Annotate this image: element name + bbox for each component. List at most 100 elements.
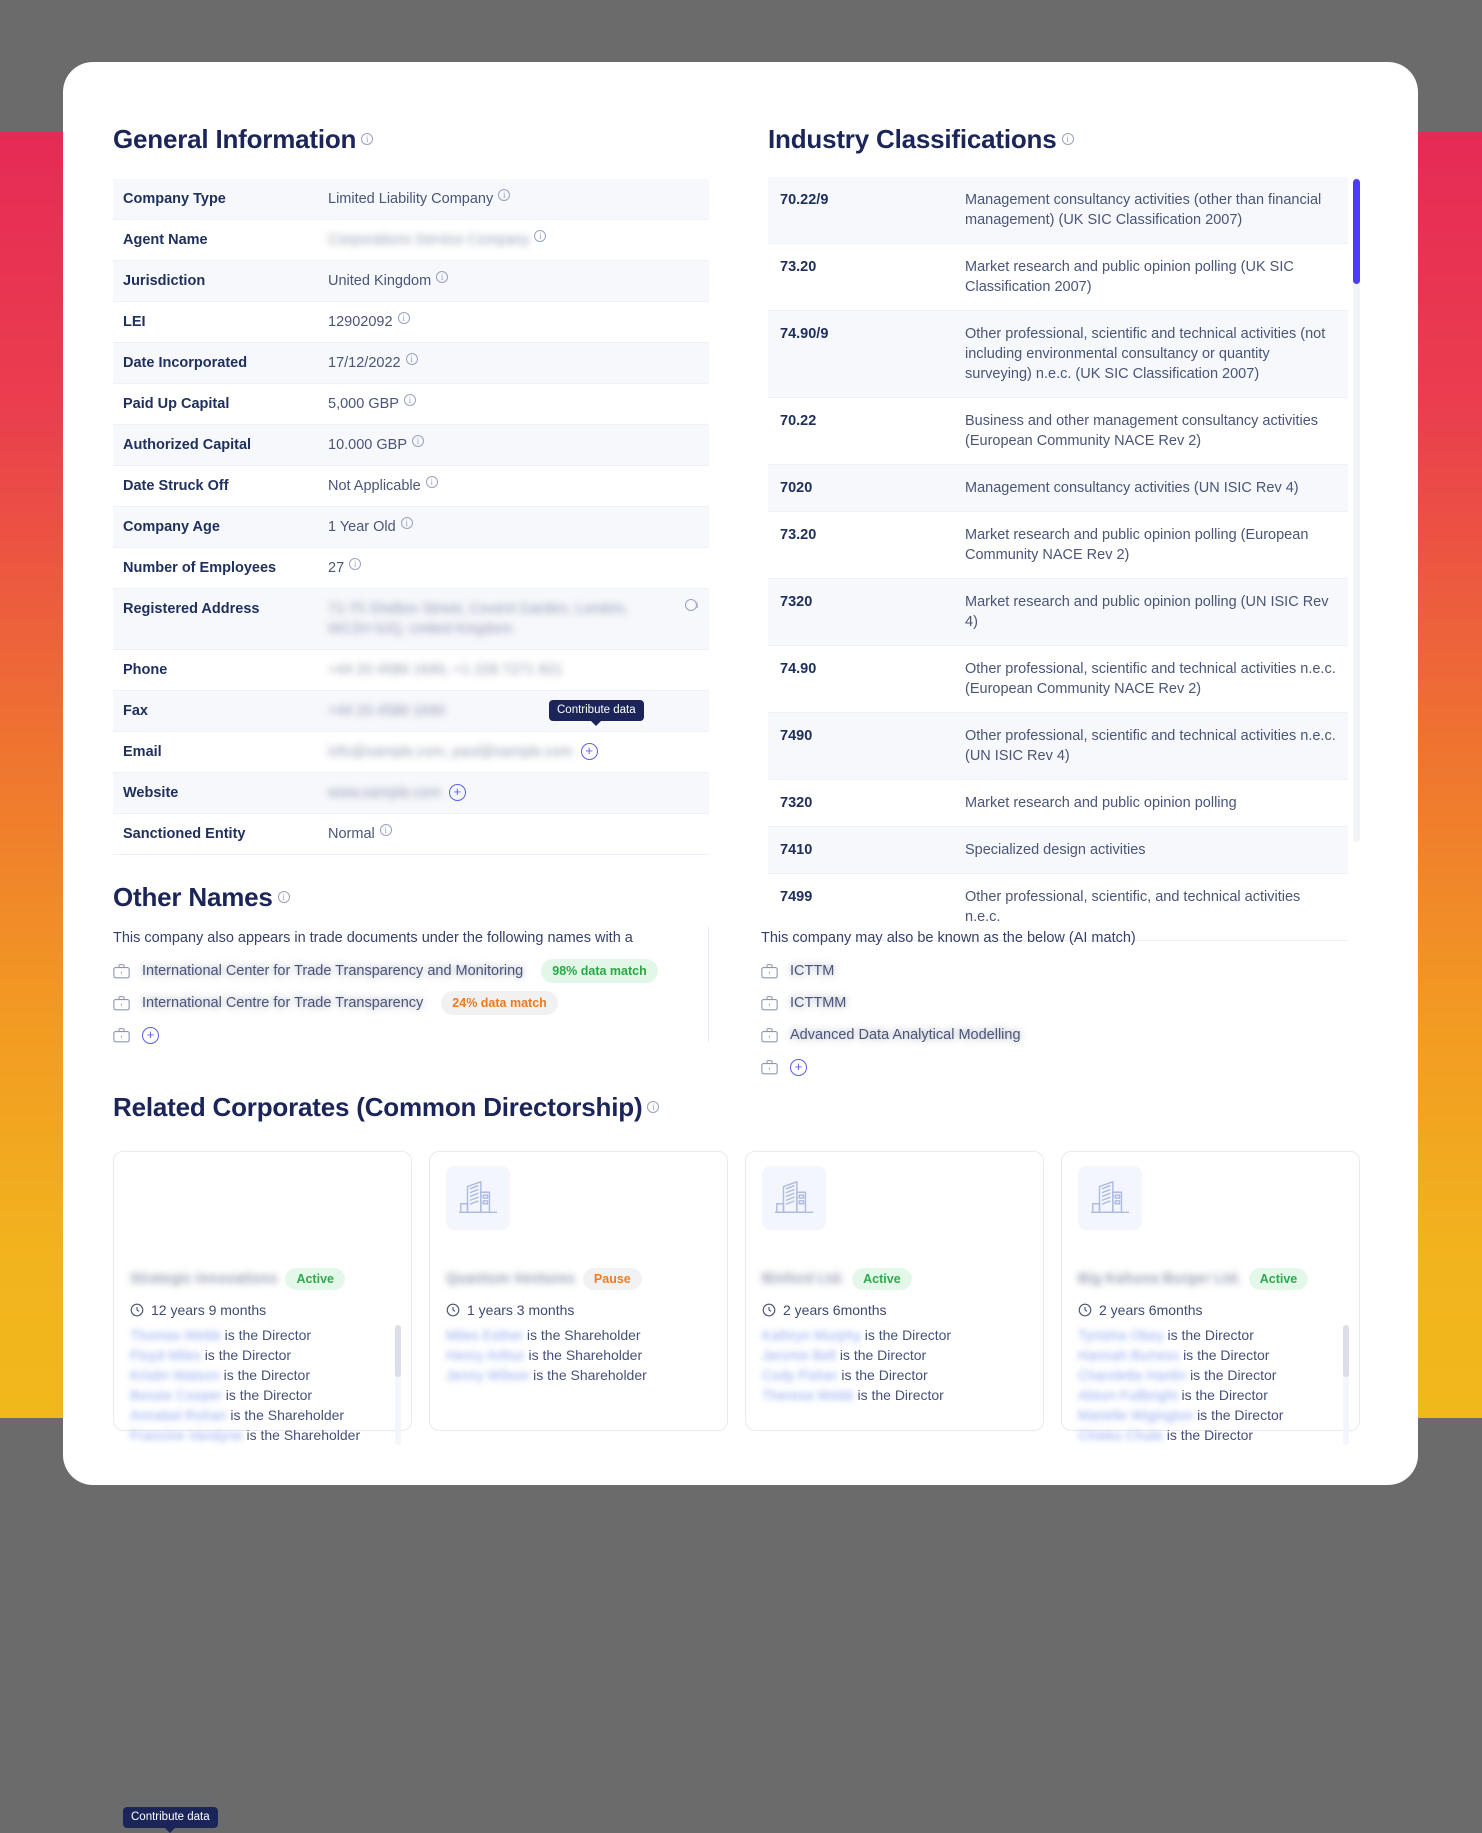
- relationship-duration: 2 years 6months: [1078, 1302, 1343, 1318]
- person-role: is the Shareholder: [528, 1347, 643, 1363]
- company-profile-card: General Information Company Type Limited …: [63, 62, 1418, 1833]
- industry-code: 7490: [780, 728, 813, 744]
- contribute-data-button[interactable]: [142, 1027, 159, 1044]
- related-corporate-card[interactable]: Binford Ltd. Active 2 years 6months Kathryn…: [745, 1151, 1044, 1431]
- general-info-row: Authorized Capital 10.000 GBP: [113, 425, 709, 466]
- contribute-data-button[interactable]: [448, 784, 466, 801]
- industry-code: 74.90: [780, 661, 817, 677]
- industry-description: Other professional, scientific and techn…: [965, 661, 1336, 697]
- info-icon[interactable]: [361, 132, 374, 145]
- briefcase-icon: [113, 1027, 130, 1043]
- person-role-row: Cody Fisher is the Director: [762, 1365, 1027, 1385]
- person-role: is the Director: [864, 1327, 952, 1343]
- industry-code: 7320: [780, 795, 813, 811]
- general-info-value-cell: 71-75 Shelton Street, Covent Garden, Lon…: [328, 599, 697, 639]
- ai-match-name-label: ICTTM: [790, 963, 835, 979]
- info-icon[interactable]: [534, 230, 547, 242]
- general-info-value-cell: 17/12/2022: [328, 353, 697, 373]
- industry-classification-row: 7410 Specialized design activities: [768, 827, 1348, 874]
- general-info-value: 71-75 Shelton Street, Covent Garden, Lon…: [328, 601, 628, 637]
- industry-description: Market research and public opinion polli…: [965, 594, 1329, 630]
- info-icon[interactable]: [400, 517, 413, 529]
- general-info-row: Registered Address 71-75 Shelton Street, …: [113, 589, 709, 650]
- info-icon[interactable]: [379, 824, 392, 836]
- info-icon[interactable]: [349, 558, 362, 570]
- person-role: is the Director: [841, 1367, 928, 1383]
- info-icon[interactable]: [425, 476, 438, 488]
- other-name-item: International Centre for Trade Transpare…: [113, 987, 708, 1019]
- general-info-row: Agent Name Corporations Service Company: [113, 220, 709, 261]
- general-info-value-cell: Not Applicable: [328, 476, 697, 496]
- company-building-icon: [1078, 1166, 1142, 1230]
- industry-classification-row: 7020 Management consultancy activities (U…: [768, 465, 1348, 512]
- other-name-label: International Center for Trade Transpare…: [142, 963, 524, 979]
- info-icon[interactable]: [405, 353, 418, 365]
- person-name: Tynisha Obey: [1078, 1327, 1164, 1343]
- related-corporate-card[interactable]: Strategic Innovations Active 12 years 9 mo…: [113, 1151, 412, 1445]
- ai-match-name-item: ICTTM: [761, 955, 1373, 987]
- info-icon[interactable]: [436, 271, 449, 283]
- briefcase-icon: [761, 995, 778, 1011]
- person-role-row: Annabel Rohan is the Shareholder: [130, 1405, 395, 1425]
- info-icon[interactable]: [397, 312, 410, 324]
- person-role-row: Francine Vandyne is the Shareholder: [130, 1425, 395, 1445]
- person-role: is the Director: [1166, 1427, 1254, 1443]
- related-corporate-people-list: Kathryn Murphy is the Director Jerome Bel…: [762, 1325, 1027, 1405]
- info-icon[interactable]: [647, 1100, 660, 1113]
- person-role-row: Hannah Burress is the Director: [1078, 1345, 1343, 1365]
- status-badge: Active: [852, 1268, 912, 1290]
- industry-classification-row: 7320 Market research and public opinion p…: [768, 780, 1348, 827]
- info-icon[interactable]: [498, 189, 511, 201]
- briefcase-icon: [761, 1059, 778, 1075]
- person-role: is the Director: [1183, 1347, 1270, 1363]
- add-ai-match-name-row: [761, 1051, 1373, 1083]
- info-icon[interactable]: [412, 435, 424, 447]
- info-icon[interactable]: [1061, 132, 1074, 145]
- clock-icon: [130, 1303, 144, 1317]
- general-info-value: 5,000 GBP: [328, 396, 399, 412]
- general-info-value: www.sample.com: [328, 785, 441, 801]
- other-names-section: Other Names This company also appears in…: [113, 882, 1373, 1833]
- general-info-value: +44 20 4586 1690: [328, 703, 446, 719]
- contribute-data-button[interactable]: [790, 1059, 807, 1076]
- industry-description: Business and other management consultanc…: [965, 413, 1319, 449]
- industry-classification-row: 74.90/9 Other professional, scientific an…: [768, 311, 1348, 398]
- people-scrollbar-track[interactable]: [1343, 1325, 1349, 1445]
- general-info-value-cell: 27: [328, 558, 697, 578]
- status-badge: Active: [285, 1268, 345, 1290]
- general-information-title: General Information: [113, 124, 357, 154]
- relationship-duration: 2 years 6months: [762, 1302, 1027, 1318]
- industry-description: Market research and public opinion polli…: [965, 259, 1294, 295]
- industry-classification-row: 70.22 Business and other management consu…: [768, 398, 1348, 465]
- info-icon[interactable]: [277, 890, 290, 903]
- contribute-data-button[interactable]: [580, 743, 598, 760]
- briefcase-icon: [113, 963, 130, 979]
- other-names-trade-column: This company also appears in trade docum…: [113, 927, 708, 1083]
- industry-scrollbar-thumb[interactable]: [1353, 179, 1360, 284]
- person-name: Annabel Rohan: [130, 1407, 227, 1423]
- industry-code: 73.20: [780, 259, 817, 275]
- related-corporate-people-list: Miles Esther is the Shareholder Henry Art…: [446, 1325, 711, 1385]
- general-info-value: 1 Year Old: [328, 519, 396, 535]
- related-corporate-card[interactable]: Quantum Ventures Pause 1 years 3 months Mil…: [429, 1151, 728, 1431]
- person-name: Bessie Cooper: [130, 1387, 222, 1403]
- ai-match-name-item: ICTTMM: [761, 987, 1373, 1019]
- person-role-row: Henry Arthur is the Shareholder: [446, 1345, 711, 1365]
- people-scrollbar-thumb[interactable]: [395, 1325, 401, 1377]
- company-building-icon: [446, 1166, 510, 1230]
- info-icon[interactable]: [403, 394, 416, 406]
- general-info-value-cell: info@sample.com, paul@sample.com: [328, 742, 697, 762]
- info-icon[interactable]: [685, 599, 697, 611]
- people-scrollbar-track[interactable]: [395, 1325, 401, 1445]
- industry-code: 70.22: [780, 413, 817, 429]
- company-building-icon: [130, 1166, 194, 1230]
- related-corporate-people-list: Tynisha Obey is the Director Hannah Burre…: [1078, 1325, 1349, 1445]
- related-corporate-card[interactable]: Big Kahuna Burger Ltd. Active 2 years 6mon…: [1061, 1151, 1360, 1445]
- people-scrollbar-thumb[interactable]: [1343, 1325, 1349, 1377]
- contribute-data-tooltip-email: Contribute data: [549, 700, 644, 726]
- duration-label: 1 years 3 months: [467, 1302, 575, 1318]
- person-role: is the Shareholder: [533, 1367, 647, 1383]
- related-corporates-title: Related Corporates (Common Directorship): [113, 1092, 643, 1122]
- industry-scrollbar-track[interactable]: [1353, 177, 1360, 842]
- related-corporate-header: Quantum Ventures Pause: [446, 1268, 711, 1290]
